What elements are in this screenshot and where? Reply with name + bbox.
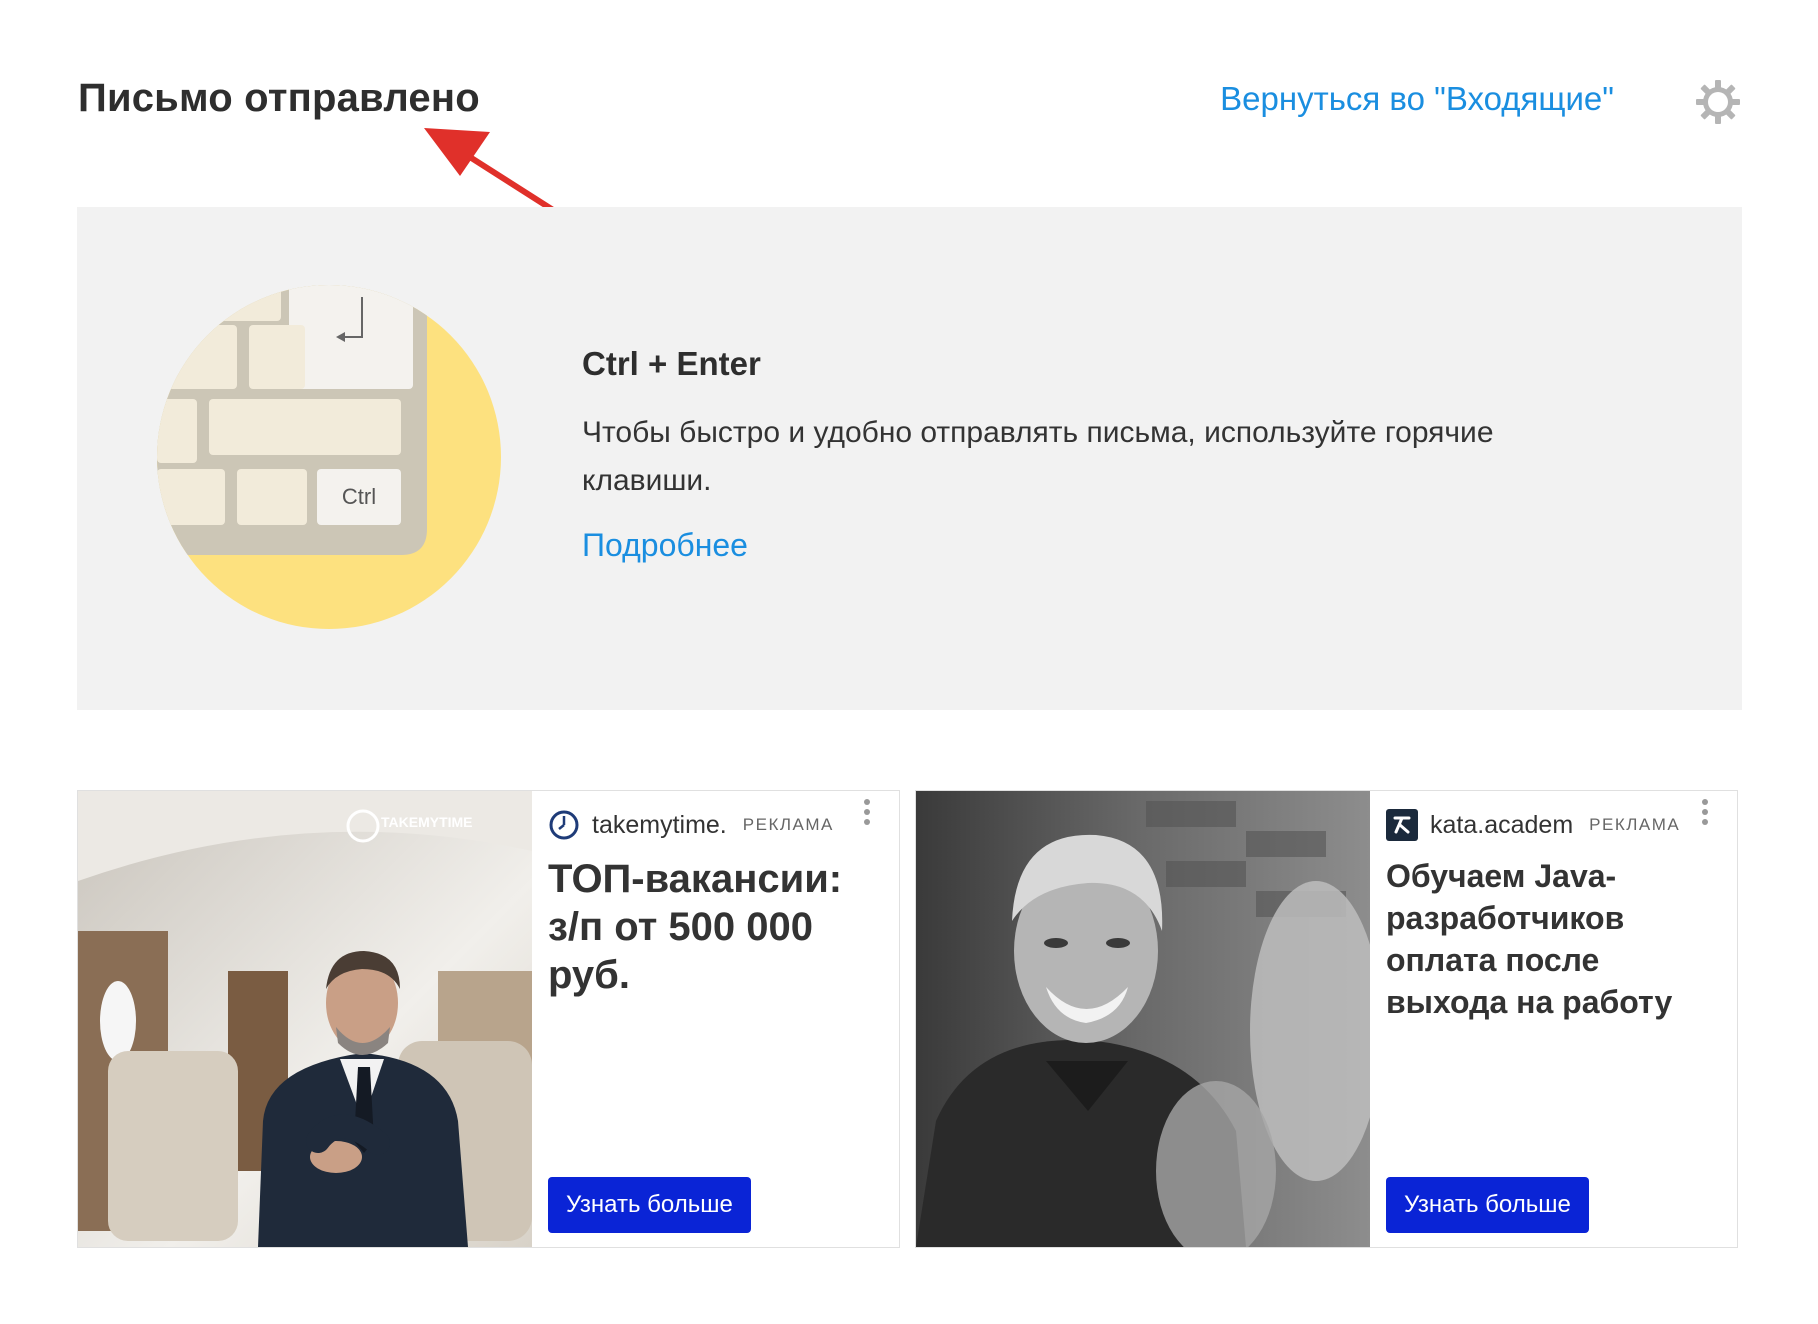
ad-more-menu-icon[interactable] (857, 795, 877, 829)
ad-domain[interactable]: kata.academ (1430, 811, 1573, 840)
ad-label: РЕКЛАМА (1589, 815, 1681, 834)
keyboard-illustration: Ctrl (157, 285, 501, 629)
ad-header: takemytime. РЕКЛАМА (548, 805, 899, 845)
learn-more-button[interactable]: Узнать больше (1386, 1177, 1589, 1233)
ad-body: takemytime. РЕКЛАМА ТОП-вакансии: з/п от… (548, 791, 899, 1247)
ad-body: kata.academ РЕКЛАМА Обучаем Java-разрабо… (1386, 791, 1737, 1247)
clock-logo-icon (549, 810, 579, 840)
takemytime-image-logo-text: TAKEMYTIME (381, 814, 473, 830)
ad-title[interactable]: Обучаем Java-разработчиков оплата после … (1386, 855, 1717, 1023)
promo-description: Чтобы быстро и удобно отправлять письма,… (582, 416, 1494, 497)
ad-image-businessman[interactable]: TAKEMYTIME (78, 791, 532, 1247)
kata-logo-icon (1386, 809, 1418, 841)
hotkeys-promo: Ctrl Ctrl + Enter Чтобы быстро и удобно … (77, 207, 1742, 710)
ad-card-kata-academy[interactable]: kata.academ РЕКЛАМА Обучаем Java-разрабо… (915, 790, 1738, 1248)
ctrl-key-label: Ctrl (342, 484, 376, 509)
ad-title[interactable]: ТОП-вакансии: з/п от 500 000 руб. (548, 855, 879, 999)
back-to-inbox-link[interactable]: Вернуться во "Входящие" (1220, 80, 1614, 118)
page-title: Письмо отправлено (78, 76, 480, 120)
ad-image-smiling-person[interactable] (916, 791, 1370, 1247)
promo-text: Ctrl + Enter Чтобы быстро и удобно отпра… (582, 345, 1582, 564)
promo-heading: Ctrl + Enter (582, 345, 761, 382)
ad-card-takemytime[interactable]: TAKEMYTIME takemytime. РЕКЛАМА ТОП-вакан… (77, 790, 900, 1248)
more-info-link[interactable]: Подробнее (582, 527, 748, 563)
learn-more-button[interactable]: Узнать больше (548, 1177, 751, 1233)
ad-header: kata.academ РЕКЛАМА (1386, 805, 1737, 845)
settings-button[interactable] (1694, 78, 1742, 126)
ad-more-menu-icon[interactable] (1695, 795, 1715, 829)
ad-label: РЕКЛАМА (742, 815, 834, 834)
ad-domain[interactable]: takemytime. (592, 811, 727, 840)
gear-icon (1696, 80, 1740, 124)
